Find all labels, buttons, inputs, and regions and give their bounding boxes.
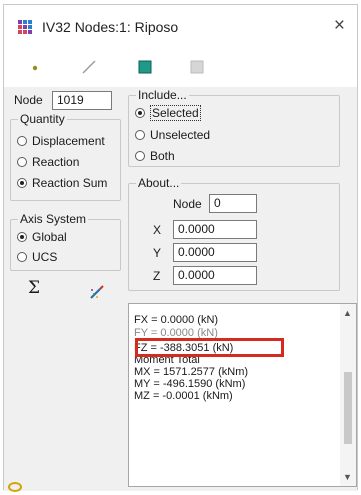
app-grid-icon	[18, 20, 32, 34]
selected-label: Selected	[150, 105, 201, 121]
window-title: IV32 Nodes:1: Riposo	[42, 19, 179, 35]
include-option-selected[interactable]: Selected	[135, 105, 201, 121]
ucs-label: UCS	[32, 250, 58, 264]
quantity-legend: Quantity	[18, 112, 67, 126]
result-line-fx: FX = 0.0000 (kN)	[134, 314, 219, 326]
results-scrollbar[interactable]: ▲ ▼	[340, 304, 356, 486]
displacement-label: Displacement	[32, 134, 105, 148]
axis-system-group: Axis System Global UCS	[10, 212, 121, 271]
sum-icon[interactable]: Σ	[28, 280, 40, 297]
result-line-mz: MZ = -0.0001 (kNm)	[134, 390, 233, 402]
radio-ucs[interactable]	[17, 252, 27, 262]
axis-system-legend: Axis System	[18, 212, 89, 226]
about-y-field[interactable]: 0.0000	[173, 243, 257, 262]
result-line-my: MY = -496.1590 (kNm)	[134, 378, 246, 390]
include-option-both[interactable]: Both	[135, 149, 175, 163]
about-z-label: Z	[153, 269, 161, 283]
close-button[interactable]: ×	[334, 16, 345, 35]
radio-both[interactable]	[135, 151, 145, 161]
title-bar[interactable]: IV32 Nodes:1: Riposo ×	[4, 5, 357, 49]
radio-unselected[interactable]	[135, 130, 145, 140]
status-icon	[8, 481, 22, 492]
radio-displacement[interactable]	[17, 136, 27, 146]
include-group: Include... Selected Unselected Both	[128, 88, 340, 167]
node-label: Node	[14, 93, 43, 107]
brush-icon[interactable]	[88, 283, 106, 301]
reaction-label: Reaction	[32, 155, 80, 169]
unselected-label: Unselected	[150, 128, 211, 142]
pencil-line-icon[interactable]	[80, 58, 98, 76]
both-label: Both	[150, 149, 175, 163]
about-x-label: X	[153, 223, 162, 237]
global-label: Global	[32, 230, 67, 244]
include-legend: Include...	[136, 88, 189, 102]
scroll-thumb[interactable]	[344, 372, 352, 444]
axis-option-global[interactable]: Global	[17, 230, 67, 244]
about-x-field[interactable]: 0.0000	[173, 220, 257, 239]
radio-reaction[interactable]	[17, 157, 27, 167]
about-node-field[interactable]: 0	[209, 194, 257, 213]
quantity-option-displacement[interactable]: Displacement	[17, 134, 105, 148]
about-y-label: Y	[153, 246, 162, 260]
radio-reaction-sum[interactable]	[17, 178, 27, 188]
toolbar	[4, 49, 357, 85]
quantity-option-reaction-sum[interactable]: Reaction Sum	[17, 176, 107, 190]
node-field[interactable]: 1019	[52, 91, 112, 110]
results-textarea[interactable]: FX = 0.0000 (kN) FY = 0.0000 (kN) FZ = -…	[128, 303, 357, 487]
teal-square-icon[interactable]	[136, 58, 154, 76]
axis-option-ucs[interactable]: UCS	[17, 250, 57, 264]
reaction-sum-label: Reaction Sum	[32, 176, 108, 190]
include-option-unselected[interactable]: Unselected	[135, 128, 210, 142]
results-window: IV32 Nodes:1: Riposo × Node 1019 Quantit…	[3, 4, 358, 492]
quantity-option-reaction[interactable]: Reaction	[17, 155, 79, 169]
radio-global[interactable]	[17, 232, 27, 242]
about-group: About... Node 0 X 0.0000 Y 0.0000 Z 0.00…	[128, 176, 340, 291]
quantity-group: Quantity Displacement Reaction Reaction …	[10, 112, 121, 201]
about-z-field[interactable]: 0.0000	[173, 266, 257, 285]
result-line-mx: MX = 1571.2577 (kNm)	[134, 366, 249, 378]
about-node-label: Node	[173, 197, 202, 211]
properties-panel: Node 1019 Quantity Displacement Reaction…	[4, 87, 357, 491]
dot-icon[interactable]	[26, 58, 44, 76]
about-legend: About...	[136, 176, 182, 190]
radio-selected[interactable]	[135, 108, 145, 118]
fz-highlight-box	[135, 338, 284, 357]
grey-square-icon	[188, 58, 206, 76]
scroll-up-icon[interactable]: ▲	[343, 308, 352, 318]
scroll-down-icon[interactable]: ▼	[343, 472, 352, 482]
